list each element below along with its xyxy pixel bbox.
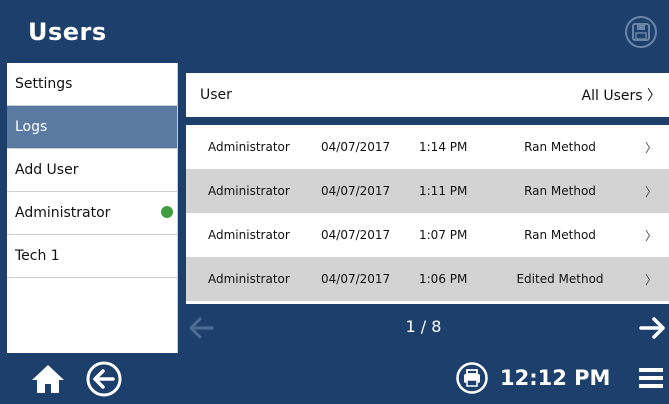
chevron-right-icon: 〉 xyxy=(644,272,657,287)
hamburger-menu-icon[interactable] xyxy=(639,367,663,389)
home-icon[interactable] xyxy=(30,363,66,395)
sidebar-item-add-user[interactable]: Add User xyxy=(7,149,177,192)
filter-value: All Users 〉 xyxy=(581,88,661,104)
log-date: 04/07/2017 xyxy=(321,272,391,286)
page-indicator: 1 / 8 xyxy=(405,317,442,336)
filter-label: User xyxy=(200,87,232,103)
footer-bar: 12:12 PM xyxy=(0,353,669,404)
page-title: Users xyxy=(28,18,107,46)
table-row[interactable]: Administrator 04/07/2017 1:11 PM Ran Met… xyxy=(186,169,669,213)
log-time: 1:06 PM xyxy=(419,272,468,286)
table-row[interactable]: Administrator 04/07/2017 1:06 PM Edited … xyxy=(186,257,669,301)
table-row[interactable]: Administrator 04/07/2017 1:07 PM Ran Met… xyxy=(186,213,669,257)
sidebar-item-logs[interactable]: Logs xyxy=(7,106,177,149)
table-row[interactable]: Administrator 04/07/2017 1:14 PM Ran Met… xyxy=(186,125,669,169)
chevron-right-icon: 〉 xyxy=(644,184,657,199)
clock-display: 12:12 PM xyxy=(500,366,611,390)
log-date: 04/07/2017 xyxy=(321,228,391,242)
sidebar: Settings Logs Add User Administrator Tec… xyxy=(7,63,178,353)
log-user: Administrator xyxy=(208,272,290,286)
chevron-right-icon: 〉 xyxy=(644,228,657,243)
save-button[interactable] xyxy=(625,16,657,48)
user-filter-selector[interactable]: User All Users 〉 xyxy=(186,73,669,117)
sidebar-item-label: Administrator xyxy=(15,205,111,221)
header-bar: Users xyxy=(0,0,669,63)
sidebar-item-label: Logs xyxy=(15,119,48,135)
log-action: Edited Method xyxy=(516,272,604,286)
sidebar-item-settings[interactable]: Settings xyxy=(7,63,177,106)
log-action: Ran Method xyxy=(524,228,596,242)
log-date: 04/07/2017 xyxy=(321,140,391,154)
log-action: Ran Method xyxy=(524,140,596,154)
log-action: Ran Method xyxy=(524,184,596,198)
sidebar-item-administrator[interactable]: Administrator xyxy=(7,192,177,235)
printer-icon[interactable] xyxy=(456,362,488,394)
sidebar-item-tech-1[interactable]: Tech 1 xyxy=(7,235,177,278)
log-time: 1:07 PM xyxy=(419,228,468,242)
sidebar-item-label: Settings xyxy=(15,76,73,92)
floppy-disk-icon xyxy=(632,23,650,41)
chevron-right-icon: 〉 xyxy=(644,140,657,155)
main-panel: User All Users 〉 Administrator 04/07/201… xyxy=(178,63,669,353)
log-time: 1:11 PM xyxy=(419,184,468,198)
arrow-right-icon[interactable] xyxy=(639,316,667,340)
back-arrow-icon[interactable] xyxy=(86,361,122,397)
log-date: 04/07/2017 xyxy=(321,184,391,198)
sidebar-item-label: Add User xyxy=(15,162,79,178)
pagination: 1 / 8 xyxy=(178,308,669,348)
sidebar-item-label: Tech 1 xyxy=(15,248,60,264)
log-user: Administrator xyxy=(208,184,290,198)
online-status-indicator xyxy=(161,206,173,218)
log-user: Administrator xyxy=(208,228,290,242)
log-user: Administrator xyxy=(208,140,290,154)
log-table: Administrator 04/07/2017 1:14 PM Ran Met… xyxy=(186,125,669,304)
log-time: 1:14 PM xyxy=(419,140,468,154)
